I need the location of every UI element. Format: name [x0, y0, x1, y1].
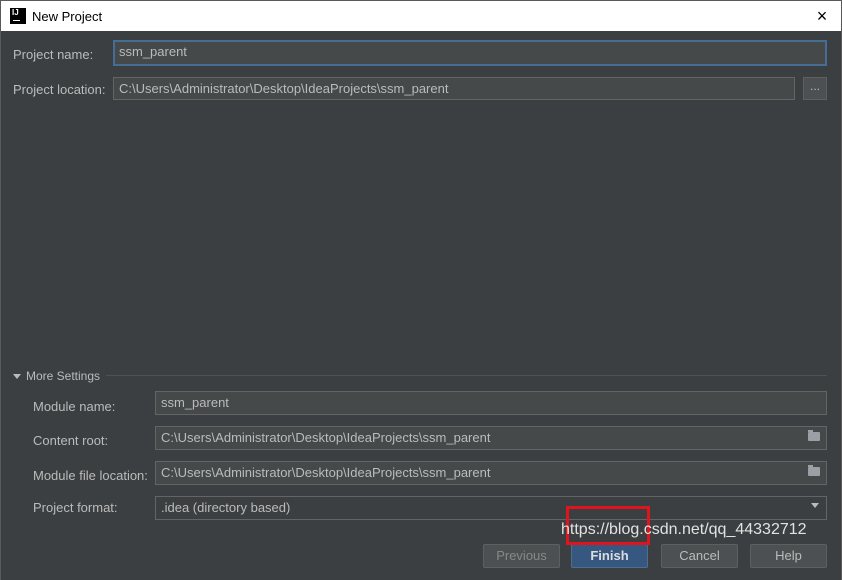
close-button[interactable]: × — [811, 5, 833, 27]
folder-icon[interactable] — [808, 430, 820, 441]
module-file-location-label: Module file location: — [33, 468, 148, 483]
project-format-select[interactable]: .idea (directory based) — [155, 496, 827, 520]
project-format-value: .idea (directory based) — [161, 500, 291, 515]
more-settings-label: More Settings — [26, 369, 101, 383]
previous-button[interactable]: Previous — [483, 544, 560, 568]
chevron-down-icon — [13, 374, 21, 380]
title-bar: IJ New Project × — [0, 0, 842, 31]
project-name-label: Project name: — [13, 47, 94, 62]
finish-button[interactable]: Finish — [571, 544, 648, 568]
browse-location-button[interactable]: ... — [803, 77, 827, 100]
help-button[interactable]: Help — [750, 544, 827, 568]
content-root-input[interactable]: C:\Users\Administrator\Desktop\IdeaProje… — [155, 426, 827, 450]
project-name-input[interactable]: ssm_parent — [113, 40, 827, 66]
folder-icon[interactable] — [808, 465, 820, 476]
window-title: New Project — [32, 9, 103, 24]
watermark: https://blog.csdn.net/qq_44332712 — [561, 521, 807, 538]
dialog-content: Project name: ssm_parent Project locatio… — [0, 31, 842, 580]
cancel-button[interactable]: Cancel — [661, 544, 738, 568]
project-location-label: Project location: — [13, 82, 106, 97]
module-file-location-input[interactable]: C:\Users\Administrator\Desktop\IdeaProje… — [155, 461, 827, 485]
content-root-value: C:\Users\Administrator\Desktop\IdeaProje… — [161, 430, 491, 445]
content-root-label: Content root: — [33, 433, 109, 448]
module-name-input[interactable]: ssm_parent — [155, 391, 827, 415]
more-settings-toggle[interactable]: More Settings — [13, 369, 100, 383]
module-name-label: Module name: — [33, 399, 116, 414]
project-location-input[interactable]: C:\Users\Administrator\Desktop\IdeaProje… — [113, 77, 795, 100]
project-format-label: Project format: — [33, 500, 118, 515]
chevron-down-icon — [811, 503, 819, 508]
intellij-icon: IJ — [10, 8, 26, 24]
section-divider — [106, 375, 827, 376]
module-file-location-value: C:\Users\Administrator\Desktop\IdeaProje… — [161, 465, 491, 480]
